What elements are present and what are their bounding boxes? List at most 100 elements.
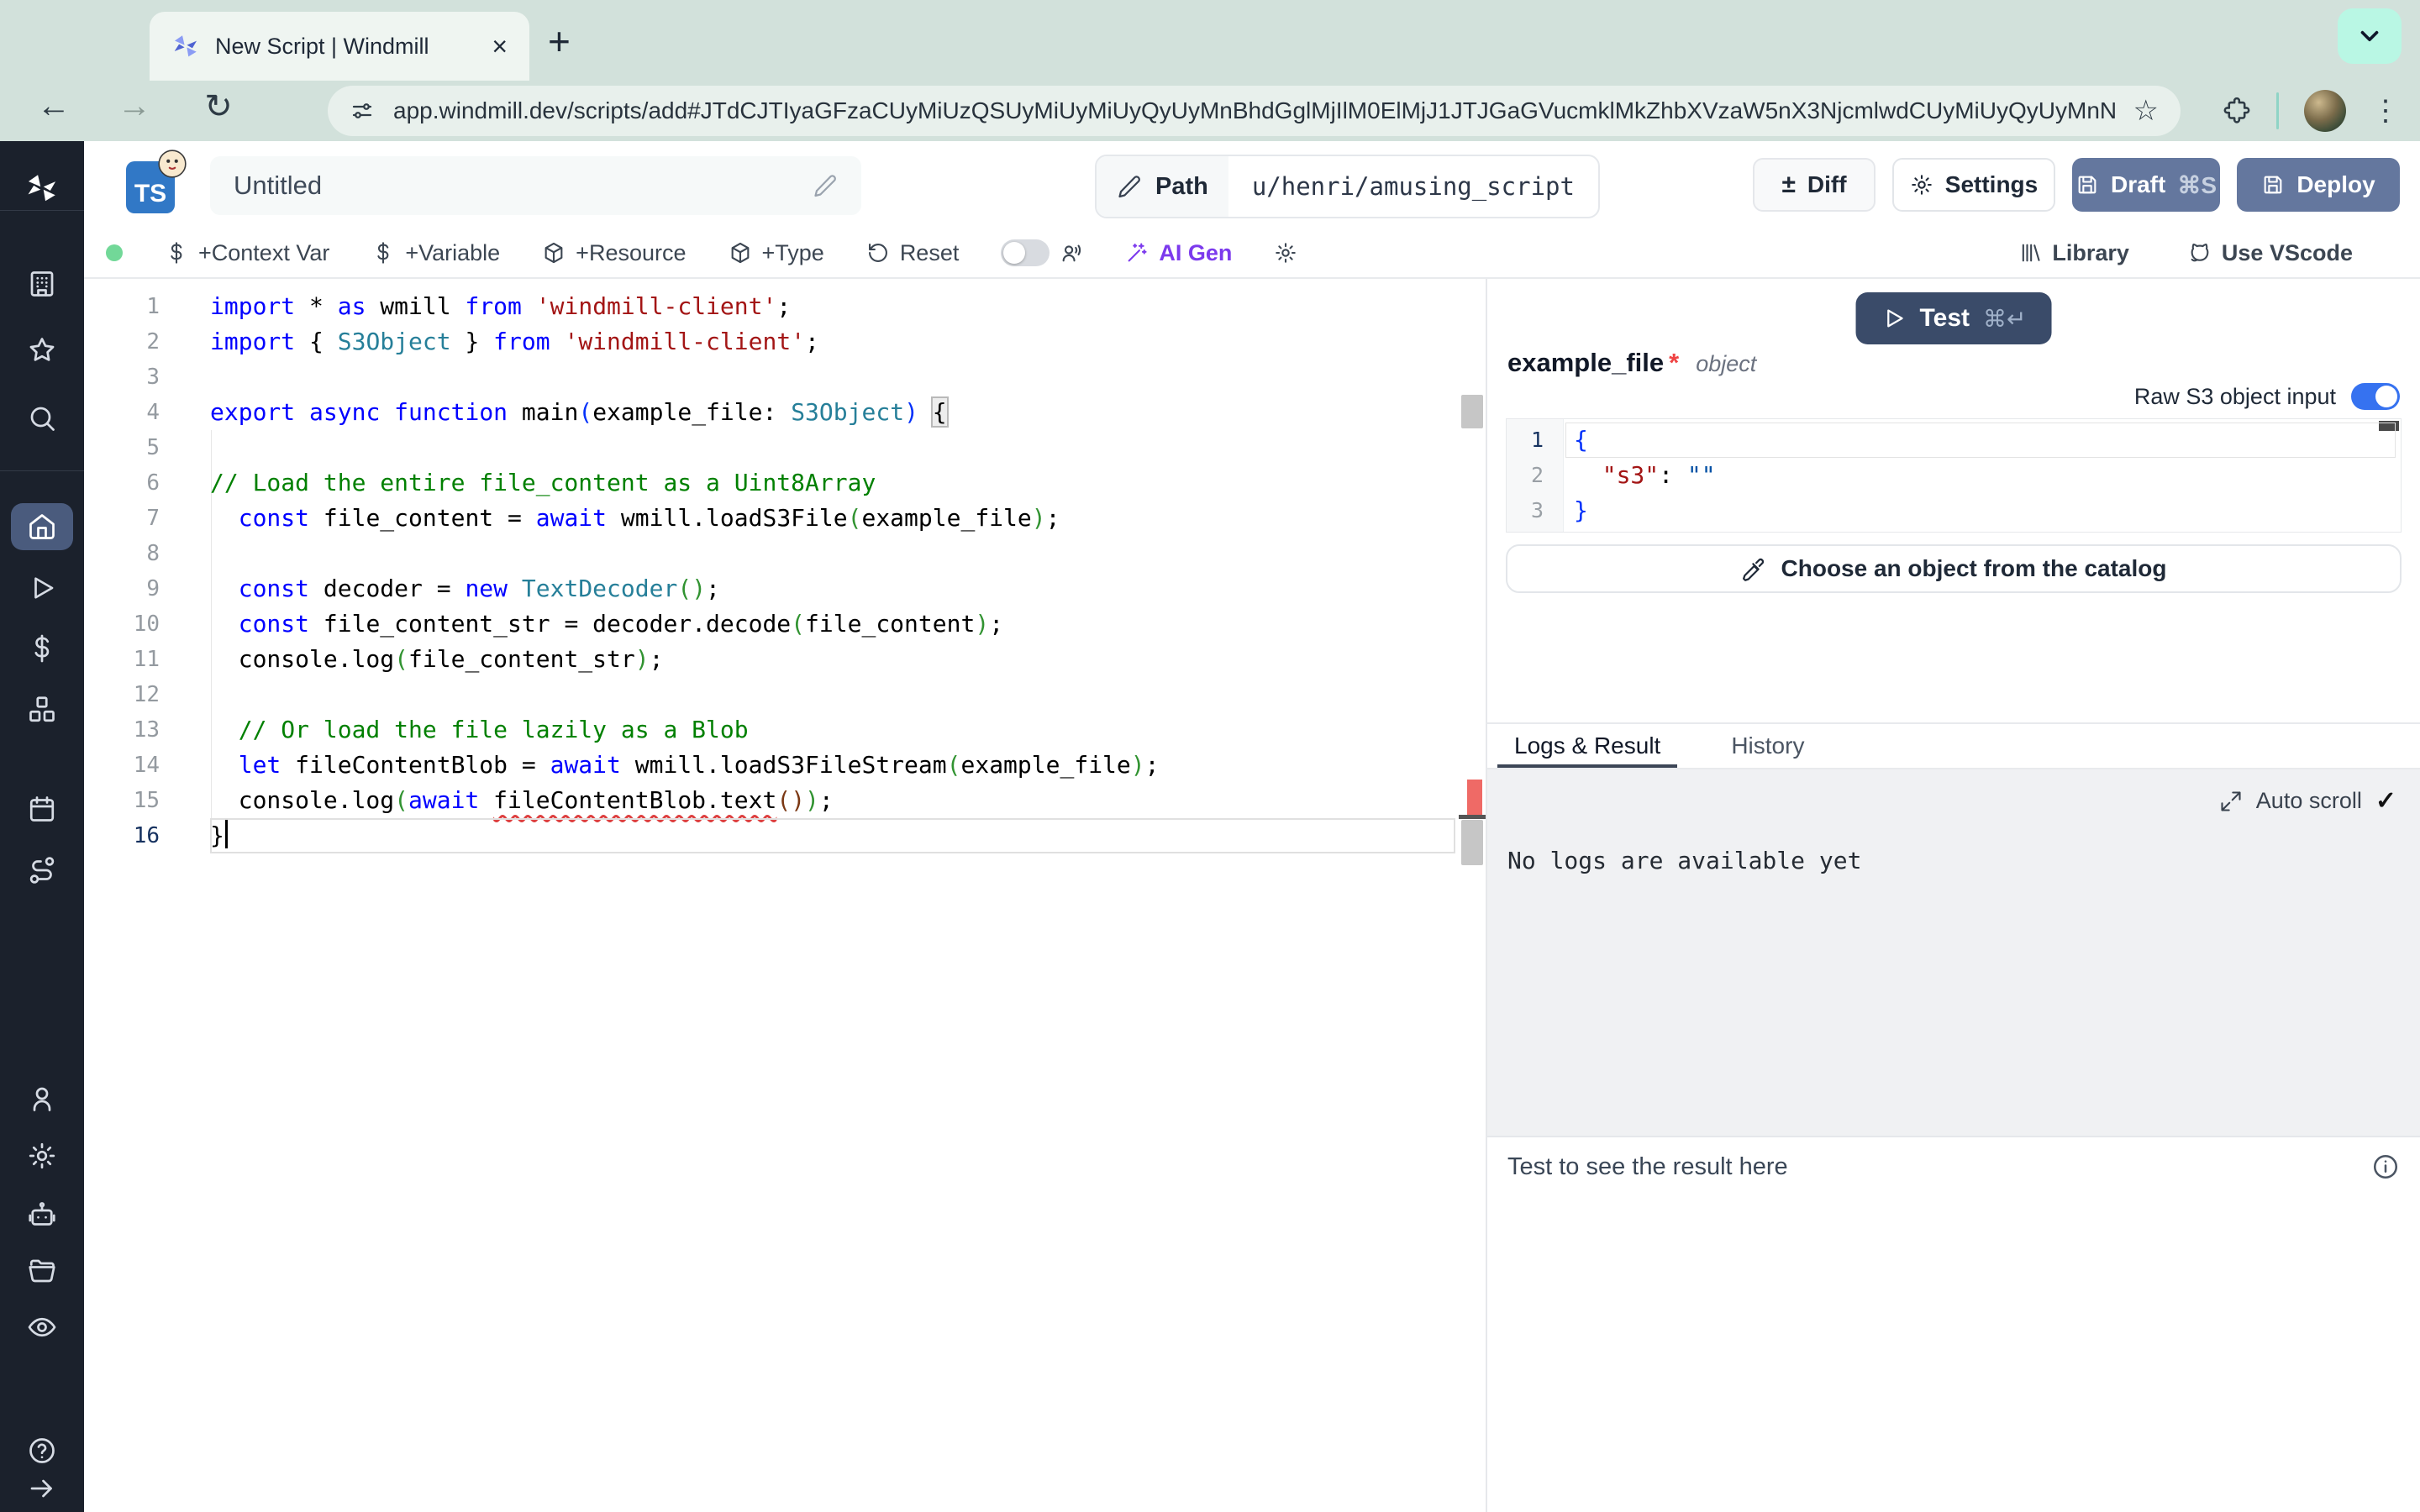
raw-s3-toggle[interactable] [2351,383,2400,410]
code-line-3[interactable]: 3 [84,360,1486,395]
path-value[interactable]: u/henri/amusing_script [1228,156,1598,217]
code-line-14[interactable]: 14 let fileContentBlob = await wmill.loa… [84,748,1486,783]
reset-label: Reset [900,240,960,266]
line-number: 7 [84,501,210,536]
bookmark-star-icon[interactable]: ☆ [2133,94,2159,128]
sidebar-item-person[interactable] [0,1075,84,1122]
info-icon[interactable] [2371,1152,2400,1181]
package-icon [542,241,566,265]
ai-gen-button[interactable]: AI Gen [1125,240,1232,266]
dollar-icon [165,241,188,265]
sidebar-item-eye[interactable] [0,1304,84,1351]
add-type-button[interactable]: +Type [729,240,824,266]
sidebar-item-folder[interactable] [0,1247,84,1294]
windmill-app-window: New Script | Windmill × + ← → ↻ app.wind… [0,0,2420,1512]
json-input-editor[interactable]: 1{2 "s3": ""3} [1506,418,2402,533]
close-tab-icon[interactable]: × [492,33,508,60]
code-line-11[interactable]: 11 console.log(file_content_str); [84,642,1486,677]
library-button[interactable]: Library [2018,240,2129,266]
check-icon[interactable]: ✓ [2375,786,2396,816]
line-number: 3 [84,360,210,395]
home-icon [27,512,57,542]
code-line-8[interactable]: 8 [84,536,1486,571]
sidebar-item-star[interactable] [0,327,84,374]
json-line-3[interactable]: 3} [1507,493,2401,528]
path-label: Path [1155,173,1208,201]
sidebar-item-cubes[interactable] [0,686,84,733]
code-line-7[interactable]: 7 const file_content = await wmill.loadS… [84,501,1486,536]
sidebar-item-gear[interactable] [0,1132,84,1179]
line-number: 2 [84,324,210,360]
github-icon [2188,241,2212,265]
sidebar-item-search[interactable] [0,395,84,442]
divider [0,470,84,471]
code-line-4[interactable]: 4export async function main(example_file… [84,395,1486,430]
code-line-5[interactable]: 5 [84,430,1486,465]
draft-button[interactable]: Draft ⌘S [2072,158,2220,212]
code-line-2[interactable]: 2import { S3Object } from 'windmill-clie… [84,324,1486,360]
choose-object-button[interactable]: Choose an object from the catalog [1506,544,2402,593]
expand-icon[interactable] [2219,790,2243,813]
sidebar-item-robot[interactable] [0,1192,84,1239]
url-text[interactable]: app.windmill.dev/scripts/add#JTdCJTIyaGF… [393,97,2115,124]
result-placeholder-row: Test to see the result here [1507,1152,2400,1181]
add-resource-button[interactable]: +Resource [542,240,686,266]
sidebar-item-arrow-right[interactable] [0,1465,84,1512]
add-context-var-button[interactable]: +Context Var [165,240,329,266]
code-editor[interactable]: 1import * as wmill from 'windmill-client… [84,279,1486,1512]
code-line-15[interactable]: 15 console.log(await fileContentBlob.tex… [84,783,1486,818]
result-tabs: Logs & Result History [1506,724,1812,768]
reset-icon [866,241,890,265]
address-bar[interactable]: app.windmill.dev/scripts/add#JTdCJTIyaGF… [328,86,2181,136]
tab-history[interactable]: History [1723,724,1812,768]
new-tab-button[interactable]: + [548,18,571,64]
script-title-input[interactable]: Untitled [210,156,861,215]
use-vscode-button[interactable]: Use VScode [2188,240,2353,266]
browser-tab[interactable]: New Script | Windmill × [150,12,529,81]
argument-name: example_file [1507,348,1664,378]
code-line-16[interactable]: 16} [84,818,1486,853]
json-line-2[interactable]: 2 "s3": "" [1507,458,2401,493]
path-button[interactable]: Path u/henri/amusing_script [1095,155,1600,218]
add-variable-button[interactable]: +Variable [371,240,500,266]
json-line-1[interactable]: 1{ [1507,423,2401,458]
auto-scroll-control[interactable]: Auto scroll ✓ [2219,786,2396,816]
ai-gen-label: AI Gen [1159,240,1232,266]
code-line-9[interactable]: 9 const decoder = new TextDecoder(); [84,571,1486,606]
save-icon [2261,173,2285,197]
editor-settings-button[interactable] [1274,241,1297,265]
line-number: 8 [84,536,210,571]
sidebar-item-windmill-logo[interactable] [0,165,84,212]
code-line-6[interactable]: 6// Load the entire file_content as a Ui… [84,465,1486,501]
code-line-10[interactable]: 10 const file_content_str = decoder.deco… [84,606,1486,642]
pencil-icon[interactable] [813,173,838,198]
sidebar-item-flow[interactable] [0,847,84,894]
diff-button[interactable]: ± Diff [1753,158,1876,212]
resource-label: +Resource [576,240,686,266]
multiplayer-toggle[interactable] [1001,239,1083,266]
sidebar-item-dollar[interactable] [0,625,84,672]
test-shortcut: ⌘↵ [1983,305,2026,333]
forward-button[interactable]: → [111,87,158,125]
sidebar-item-play[interactable] [0,564,84,612]
deploy-button[interactable]: Deploy [2237,158,2400,212]
code-line-13[interactable]: 13 // Or load the file lazily as a Blob [84,712,1486,748]
sidebar-item-building[interactable] [0,260,84,307]
profile-avatar[interactable] [2304,90,2346,132]
tune-icon[interactable] [350,98,375,123]
gear-icon [27,1141,57,1171]
extensions-puzzle-icon[interactable] [2223,97,2251,125]
reset-button[interactable]: Reset [866,240,960,266]
reload-button[interactable]: ↻ [195,87,242,126]
code-line-12[interactable]: 12 [84,677,1486,712]
raw-s3-label: Raw S3 object input [2134,384,2336,410]
back-button[interactable]: ← [30,87,77,125]
settings-button[interactable]: Settings [1892,158,2055,212]
sidebar-item-home[interactable] [0,503,84,550]
sidebar-item-calendar[interactable] [0,785,84,832]
browser-menu-icon[interactable]: ⋮ [2371,94,2400,128]
chevron-button[interactable] [2338,8,2402,64]
code-line-1[interactable]: 1import * as wmill from 'windmill-client… [84,289,1486,324]
test-button[interactable]: Test ⌘↵ [1856,292,2052,344]
tab-logs-result[interactable]: Logs & Result [1506,724,1669,768]
